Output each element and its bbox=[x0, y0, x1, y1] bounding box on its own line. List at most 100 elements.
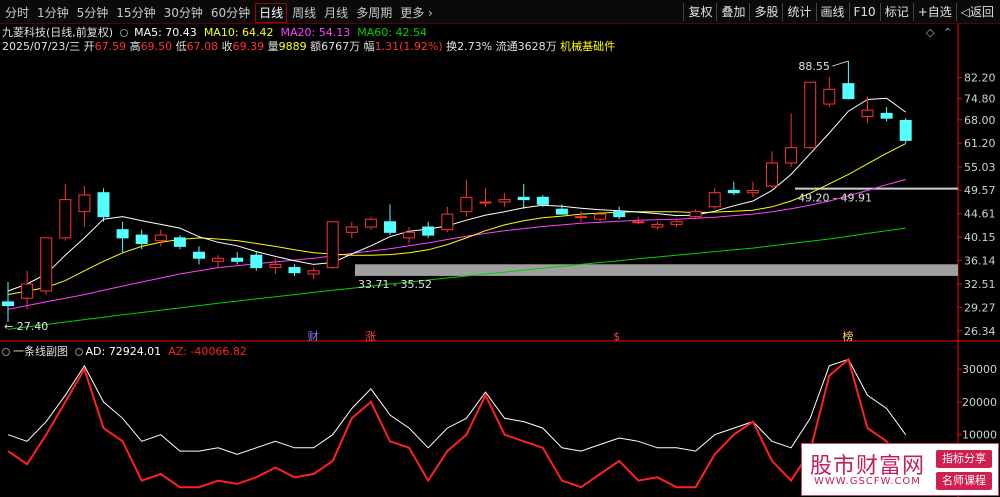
candle bbox=[345, 221, 358, 238]
candle-body bbox=[460, 196, 473, 213]
candle-body bbox=[422, 226, 435, 236]
candle-body bbox=[746, 189, 759, 194]
candle bbox=[842, 61, 855, 100]
candle-body bbox=[21, 283, 34, 299]
candle bbox=[575, 211, 587, 222]
candle-body bbox=[78, 194, 91, 213]
candle bbox=[441, 206, 454, 233]
low-mark-label: ← 27.40 bbox=[4, 320, 48, 333]
candle-body bbox=[231, 257, 244, 262]
candle-body bbox=[670, 221, 683, 225]
candle-body bbox=[689, 211, 702, 218]
candle bbox=[307, 267, 320, 280]
indicator-tick-label: 10000 bbox=[962, 429, 997, 442]
candle-body bbox=[536, 196, 549, 205]
candle-body bbox=[345, 226, 358, 233]
candle bbox=[746, 181, 759, 198]
candle-body bbox=[766, 162, 778, 187]
resistance-zone-label: 49.20 - 49.91 bbox=[798, 192, 872, 205]
candle-body bbox=[307, 270, 320, 275]
candle-body bbox=[135, 234, 148, 244]
candle bbox=[670, 219, 683, 227]
candle-body bbox=[97, 192, 110, 218]
candle-body bbox=[116, 229, 129, 239]
candle-body bbox=[632, 221, 645, 224]
candle bbox=[78, 185, 91, 227]
candle bbox=[384, 204, 396, 236]
price-tick-label: 68.00 bbox=[964, 114, 996, 127]
candle bbox=[231, 252, 244, 265]
candle-body bbox=[498, 199, 511, 203]
candle bbox=[403, 226, 416, 244]
candle-body bbox=[212, 257, 225, 262]
candle-body bbox=[59, 199, 72, 239]
price-tick-label: 40.15 bbox=[964, 231, 996, 244]
candle bbox=[250, 252, 263, 271]
indicator-tick-label: 20000 bbox=[962, 396, 997, 409]
event-marker: $ bbox=[613, 330, 620, 343]
candle bbox=[288, 264, 301, 276]
kline-chart[interactable]: 82.20 74.80 68.00 61.20 55.03 49.57 44.61 40.15… bbox=[0, 0, 1000, 497]
price-tick-label: 32.51 bbox=[964, 278, 996, 291]
price-tick-label: 82.20 bbox=[964, 72, 996, 85]
candle-body bbox=[288, 267, 301, 274]
candle bbox=[193, 246, 205, 265]
ad-line bbox=[7, 358, 907, 455]
candle-body bbox=[154, 234, 167, 242]
candle-body bbox=[823, 88, 836, 105]
candle-body bbox=[2, 301, 14, 307]
candle-body bbox=[250, 254, 263, 269]
price-tick-label: 55.03 bbox=[964, 161, 996, 174]
candle-body bbox=[613, 211, 626, 218]
price-tick-label: 29.27 bbox=[964, 301, 996, 314]
candle-body bbox=[651, 223, 664, 228]
candle bbox=[766, 151, 778, 189]
high-mark-label: 88.55 bbox=[798, 60, 830, 73]
site-watermark: 股市财富网 WWW.GSCFW.COM 指标分享 名师课程 bbox=[801, 443, 999, 496]
candle-body bbox=[40, 237, 53, 292]
candle bbox=[116, 221, 129, 253]
price-tick-label: 74.80 bbox=[964, 93, 996, 106]
candle bbox=[40, 237, 53, 295]
price-tick-label: 49.57 bbox=[964, 184, 996, 197]
candle bbox=[613, 206, 626, 220]
candle bbox=[154, 229, 167, 247]
candle-body bbox=[727, 189, 740, 194]
candle-body bbox=[880, 112, 893, 119]
candle-body bbox=[269, 263, 282, 269]
price-tick-label: 44.61 bbox=[964, 208, 996, 221]
price-tick-label: 26.34 bbox=[964, 325, 996, 338]
candle bbox=[173, 235, 186, 250]
candle bbox=[708, 188, 721, 210]
candle-body bbox=[575, 216, 587, 219]
candle bbox=[727, 181, 740, 195]
ma20-line bbox=[7, 179, 906, 310]
event-marker: 涨 bbox=[365, 330, 376, 343]
candle-body bbox=[173, 237, 186, 247]
candle-body bbox=[517, 196, 530, 201]
candle-body bbox=[384, 221, 396, 233]
candle-body bbox=[861, 109, 874, 118]
candle bbox=[823, 76, 836, 108]
candle-body bbox=[708, 192, 721, 208]
candle bbox=[536, 194, 549, 207]
candle bbox=[651, 221, 664, 230]
watermark-url: WWW.GSCFW.COM bbox=[814, 476, 921, 487]
ma5-line bbox=[7, 97, 906, 292]
watermark-tag-2: 名师课程 bbox=[936, 472, 992, 490]
candle bbox=[861, 96, 874, 124]
price-tick-label: 61.20 bbox=[964, 137, 996, 150]
candle-body bbox=[555, 208, 568, 215]
candle-body bbox=[479, 201, 492, 204]
candle-body bbox=[899, 119, 912, 141]
event-marker: 榜 bbox=[842, 329, 853, 343]
candle bbox=[880, 107, 893, 122]
candle bbox=[498, 192, 511, 207]
watermark-tag-1: 指标分享 bbox=[936, 450, 992, 468]
price-tick-label: 36.14 bbox=[964, 254, 996, 267]
high-mark-pointer bbox=[832, 60, 849, 67]
candle bbox=[97, 188, 110, 222]
candle bbox=[2, 281, 14, 323]
candle bbox=[460, 179, 473, 217]
candle-body bbox=[842, 83, 855, 100]
